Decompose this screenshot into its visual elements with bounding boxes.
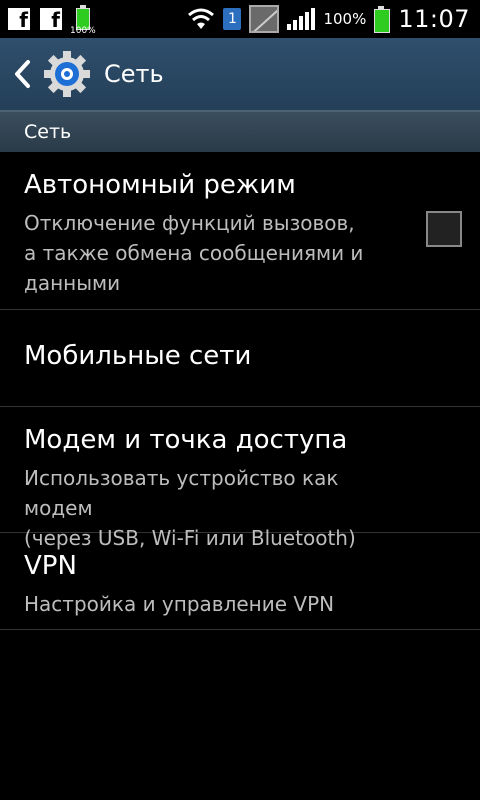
airplane-mode-subtitle: Отключение функций вызовов, а также обме… (24, 208, 404, 298)
facebook-icon: f (40, 8, 62, 32)
subtitle-line: Настройка и управление VPN (24, 592, 335, 616)
battery-notification-label: 100% (70, 26, 96, 36)
list-item-airplane-mode[interactable]: Автономный режим Отключение функций вызо… (0, 152, 480, 310)
subtitle-line: Использовать устройство как модем (24, 466, 339, 520)
action-bar: Сеть (0, 38, 480, 110)
mobile-networks-title: Мобильные сети (24, 341, 252, 371)
vpn-subtitle: Настройка и управление VPN (24, 589, 404, 619)
status-bar: f f 100% 1 100% 11:07 (0, 0, 480, 38)
system-icons: 1 100% 11:07 (187, 0, 470, 38)
battery-icon (374, 6, 391, 33)
subtitle-line: а также обмена сообщениями и (24, 241, 364, 265)
list-item-vpn[interactable]: VPN Настройка и управление VPN (0, 533, 480, 630)
list-item-tethering[interactable]: Модем и точка доступа Использовать устро… (0, 407, 480, 550)
subtitle-line: данными (24, 271, 121, 295)
wifi-icon (188, 8, 215, 29)
subtitle-line: Отключение функций вызовов, (24, 211, 355, 235)
tethering-title: Модем и точка доступа (24, 425, 348, 455)
airplane-mode-checkbox[interactable] (426, 211, 462, 247)
page-title: Сеть (104, 60, 164, 88)
airplane-mode-title: Автономный режим (24, 170, 296, 200)
list-item-mobile-networks[interactable]: Мобильные сети (0, 310, 480, 407)
section-header: Сеть (0, 110, 480, 152)
facebook-glyph: f (19, 8, 28, 32)
clock: 11:07 (398, 5, 470, 33)
battery-percent: 100% (323, 10, 367, 28)
notification-count-badge: 1 (223, 8, 242, 30)
facebook-icon: f (8, 8, 30, 32)
no-sim-icon (249, 5, 280, 33)
signal-strength-icon (287, 8, 316, 30)
settings-gear-icon[interactable] (42, 49, 92, 99)
section-header-label: Сеть (24, 121, 72, 143)
battery-full-icon: 100% (70, 4, 98, 36)
facebook-glyph: f (51, 8, 60, 32)
vpn-title: VPN (24, 551, 77, 581)
settings-list: Автономный режим Отключение функций вызо… (0, 152, 480, 630)
notification-icons: f f 100% (0, 0, 98, 38)
back-chevron-icon[interactable] (10, 54, 34, 94)
